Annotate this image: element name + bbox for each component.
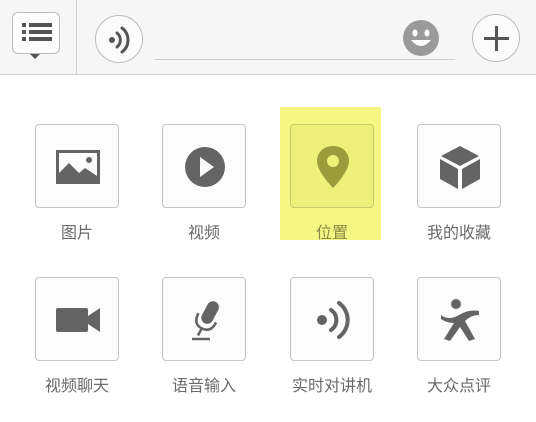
location-pin-icon <box>317 146 349 188</box>
microphone-icon <box>192 301 219 341</box>
panel-item-box[interactable] <box>162 277 246 361</box>
walkie-talkie-icon <box>317 301 350 339</box>
voice-toggle-button[interactable] <box>95 15 143 63</box>
panel-item-label: 图片 <box>60 223 93 242</box>
menu-caret-icon <box>30 54 40 59</box>
toolbar-divider <box>76 0 77 75</box>
panel-item-box[interactable] <box>417 277 501 361</box>
emoji-button[interactable] <box>401 14 449 62</box>
panel-item-label: 我的收藏 <box>426 223 491 242</box>
smiley-face-icon <box>403 20 439 56</box>
chat-input-bar <box>0 0 536 75</box>
panel-item-label: 位置 <box>315 223 348 242</box>
panel-item-label: 视频聊天 <box>44 376 109 395</box>
panel-item-box[interactable] <box>35 124 119 208</box>
voice-waves-icon <box>109 26 130 54</box>
panel-item-dianping[interactable]: 大众点评 <box>416 277 502 396</box>
panel-item-voice-input[interactable]: 语音输入 <box>161 277 247 396</box>
panel-item-walkie-talkie[interactable]: 实时对讲机 <box>289 277 375 396</box>
image-icon <box>56 150 100 184</box>
panel-item-box[interactable] <box>290 277 374 361</box>
more-options-button[interactable] <box>472 14 520 62</box>
panel-item-favorites[interactable]: 我的收藏 <box>416 124 502 243</box>
panel-item-label: 实时对讲机 <box>291 376 372 395</box>
video-camera-icon <box>56 308 100 332</box>
dianping-icon <box>441 299 479 341</box>
menu-toggle-button[interactable] <box>12 12 60 54</box>
panel-item-label: 语音输入 <box>171 376 236 395</box>
play-icon <box>185 147 225 187</box>
plus-icon <box>484 26 509 51</box>
cube-icon <box>440 146 480 189</box>
panel-item-box[interactable] <box>290 124 374 208</box>
panel-item-box[interactable] <box>417 124 501 208</box>
list-menu-icon <box>22 23 52 41</box>
panel-item-photo[interactable]: 图片 <box>34 124 120 243</box>
panel-item-box[interactable] <box>35 277 119 361</box>
panel-item-video[interactable]: 视频 <box>161 124 247 243</box>
panel-item-video-chat[interactable]: 视频聊天 <box>34 277 120 396</box>
panel-item-box[interactable] <box>162 124 246 208</box>
panel-item-label: 大众点评 <box>426 376 491 395</box>
panel-item-location[interactable]: 位置 <box>289 124 375 243</box>
panel-item-label: 视频 <box>187 223 220 242</box>
